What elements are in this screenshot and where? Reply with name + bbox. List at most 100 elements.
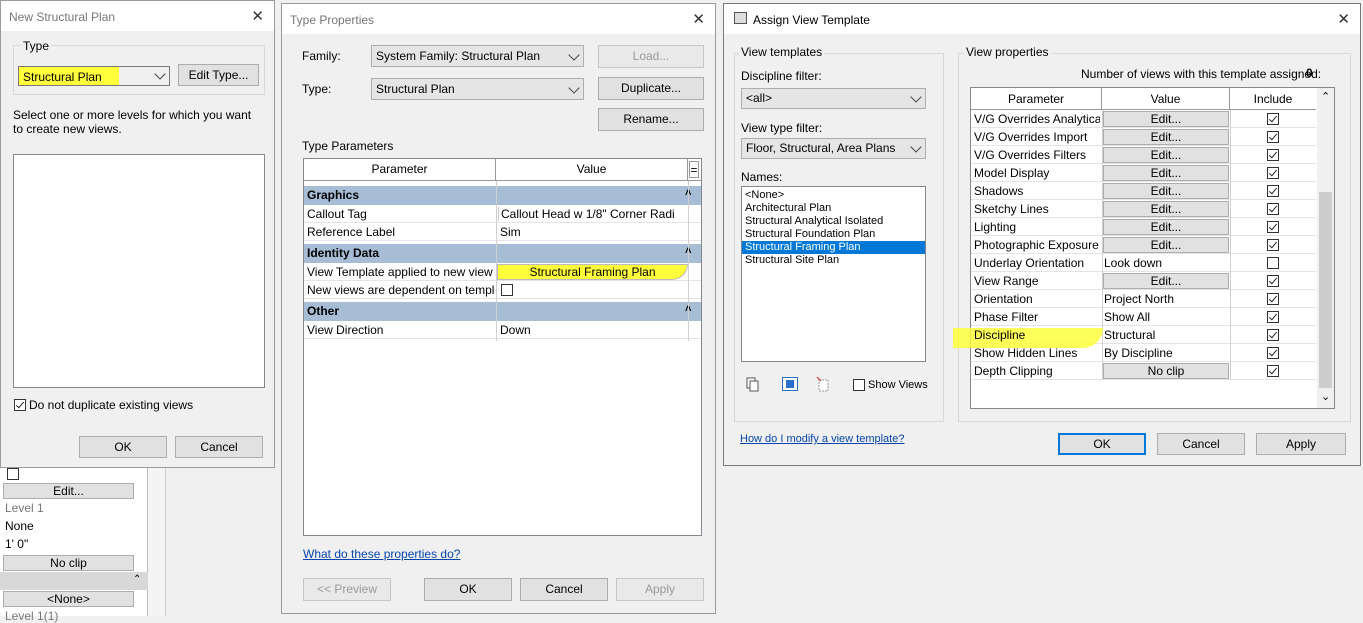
chevron-down-icon[interactable]: ⌄ — [1321, 390, 1330, 403]
include-checkbox[interactable] — [1267, 311, 1279, 323]
include-checkbox[interactable] — [1267, 329, 1279, 341]
include-checkbox[interactable] — [1267, 239, 1279, 251]
group-header-other[interactable]: Other ˄ — [304, 302, 701, 321]
list-item[interactable]: Structural Analytical Isolated — [742, 215, 925, 228]
cancel-button[interactable]: Cancel — [1157, 433, 1245, 455]
include-checkbox[interactable] — [1267, 257, 1279, 269]
list-item[interactable]: Architectural Plan — [742, 202, 925, 215]
duplicate-button[interactable]: Duplicate... — [598, 77, 704, 100]
preview-button[interactable]: << Preview — [303, 578, 391, 601]
view-template-value-button[interactable]: Structural Framing Plan — [497, 264, 688, 280]
param-row: View Template applied to new view Struct… — [304, 263, 701, 281]
dialog-title: New Structural Plan — [9, 10, 116, 24]
param-row: Callout Tag Callout Head w 1/8" Corner R… — [304, 205, 701, 223]
include-checkbox[interactable] — [1267, 149, 1279, 161]
close-icon[interactable]: ✕ — [692, 10, 705, 28]
edit-type-button[interactable]: Edit Type... — [178, 64, 259, 86]
scrollbar-thumb[interactable] — [1319, 192, 1332, 388]
edit-value-button[interactable]: Edit... — [1103, 129, 1229, 145]
table-row: Discipline Structural — [971, 326, 1316, 344]
view-properties-grid: Parameter Value Include ⌃ ⌄ V/G Override… — [953, 87, 1335, 409]
view-type-filter-label: View type filter: — [741, 121, 823, 135]
col-eq-header[interactable]: = — [689, 161, 699, 178]
table-row: Underlay Orientation Look down — [971, 254, 1316, 272]
col-include-header[interactable]: Include — [1230, 88, 1316, 109]
names-list[interactable]: <None> Architectural Plan Structural Ana… — [741, 186, 926, 362]
include-checkbox[interactable] — [1267, 113, 1279, 125]
close-icon[interactable]: ✕ — [1337, 10, 1350, 28]
ok-button[interactable]: OK — [1058, 433, 1146, 455]
edit-value-button[interactable]: Edit... — [1103, 201, 1229, 217]
include-checkbox[interactable] — [1267, 347, 1279, 359]
col-parameter-header[interactable]: Parameter — [304, 159, 496, 180]
load-button[interactable]: Load... — [598, 45, 704, 68]
param-value[interactable]: Look down — [1104, 256, 1228, 270]
levels-list[interactable] — [13, 154, 265, 388]
group-header-identity-data[interactable]: Identity Data ˄ — [304, 244, 701, 263]
cancel-button[interactable]: Cancel — [175, 436, 263, 458]
col-value-header[interactable]: Value — [496, 159, 688, 180]
help-link[interactable]: How do I modify a view template? — [740, 433, 904, 445]
col-parameter-header[interactable]: Parameter — [971, 88, 1102, 109]
include-checkbox[interactable] — [1267, 203, 1279, 215]
ok-button[interactable]: OK — [424, 578, 512, 601]
include-checkbox[interactable] — [1267, 131, 1279, 143]
rename-template-icon[interactable] — [782, 377, 798, 391]
ok-button[interactable]: OK — [79, 436, 167, 458]
grid-scrollbar[interactable]: ⌃ ⌄ — [1317, 88, 1334, 408]
list-item[interactable]: <None> — [742, 189, 925, 202]
group-header-graphics[interactable]: Graphics ˄ — [304, 186, 701, 205]
include-checkbox[interactable] — [1267, 167, 1279, 179]
edit-value-button[interactable]: Edit... — [1103, 165, 1229, 181]
include-checkbox[interactable] — [1267, 293, 1279, 305]
names-label: Names: — [741, 170, 783, 184]
param-value[interactable]: By Discipline — [1104, 346, 1228, 360]
rename-button[interactable]: Rename... — [598, 108, 704, 131]
edit-value-button[interactable]: Edit... — [1103, 219, 1229, 235]
type-select[interactable]: Structural Plan — [18, 66, 170, 86]
list-item[interactable]: Structural Foundation Plan — [742, 228, 925, 241]
background-noclip-button[interactable]: No clip — [3, 555, 134, 571]
param-value[interactable]: Sim — [498, 225, 521, 239]
cancel-button[interactable]: Cancel — [520, 578, 608, 601]
background-checkbox[interactable] — [7, 468, 19, 480]
dependent-views-checkbox[interactable] — [501, 284, 513, 296]
edit-value-button[interactable]: Edit... — [1103, 237, 1229, 253]
show-views-checkbox[interactable] — [853, 379, 865, 391]
chevron-up-icon[interactable]: ⌃ — [1321, 90, 1330, 103]
family-select[interactable]: System Family: Structural Plan — [371, 45, 584, 67]
apply-button[interactable]: Apply — [1256, 433, 1346, 455]
edit-value-button[interactable]: Edit... — [1103, 273, 1229, 289]
include-checkbox[interactable] — [1267, 365, 1279, 377]
dont-duplicate-checkbox[interactable] — [14, 399, 26, 411]
col-value-header[interactable]: Value — [1102, 88, 1230, 109]
include-checkbox[interactable] — [1267, 221, 1279, 233]
list-item-selected[interactable]: Structural Framing Plan — [742, 241, 925, 254]
type-properties-dialog: Type Properties ✕ Family: System Family:… — [281, 3, 716, 614]
include-checkbox[interactable] — [1267, 185, 1279, 197]
param-value[interactable]: Down — [498, 323, 531, 337]
close-icon[interactable]: ✕ — [251, 7, 264, 25]
edit-value-button[interactable]: Edit... — [1103, 111, 1229, 127]
background-none-button[interactable]: <None> — [3, 591, 134, 607]
param-name: V/G Overrides Filters — [974, 148, 1087, 162]
param-value[interactable]: Show All — [1104, 310, 1228, 324]
chevron-up-icon[interactable]: ⌃ — [133, 574, 141, 585]
include-checkbox[interactable] — [1267, 275, 1279, 287]
delete-template-icon[interactable] — [816, 376, 830, 392]
apply-button[interactable]: Apply — [616, 578, 704, 601]
param-value[interactable]: Structural — [1104, 328, 1228, 342]
background-edit-button[interactable]: Edit... — [3, 483, 134, 499]
edit-value-button[interactable]: Edit... — [1103, 147, 1229, 163]
list-item[interactable]: Structural Site Plan — [742, 254, 925, 267]
discipline-filter-select[interactable]: <all> — [741, 88, 926, 109]
edit-value-button[interactable]: No clip — [1103, 363, 1229, 379]
edit-value-button[interactable]: Edit... — [1103, 183, 1229, 199]
param-value[interactable]: Callout Head w 1/8" Corner Radi — [498, 207, 686, 221]
param-name: V/G Overrides Analytica — [974, 112, 1100, 126]
help-link[interactable]: What do these properties do? — [303, 547, 460, 561]
param-value[interactable]: Project North — [1104, 292, 1228, 306]
type-select[interactable]: Structural Plan — [371, 78, 584, 100]
view-type-filter-select[interactable]: Floor, Structural, Area Plans — [741, 138, 926, 159]
duplicate-template-icon[interactable] — [746, 377, 760, 392]
